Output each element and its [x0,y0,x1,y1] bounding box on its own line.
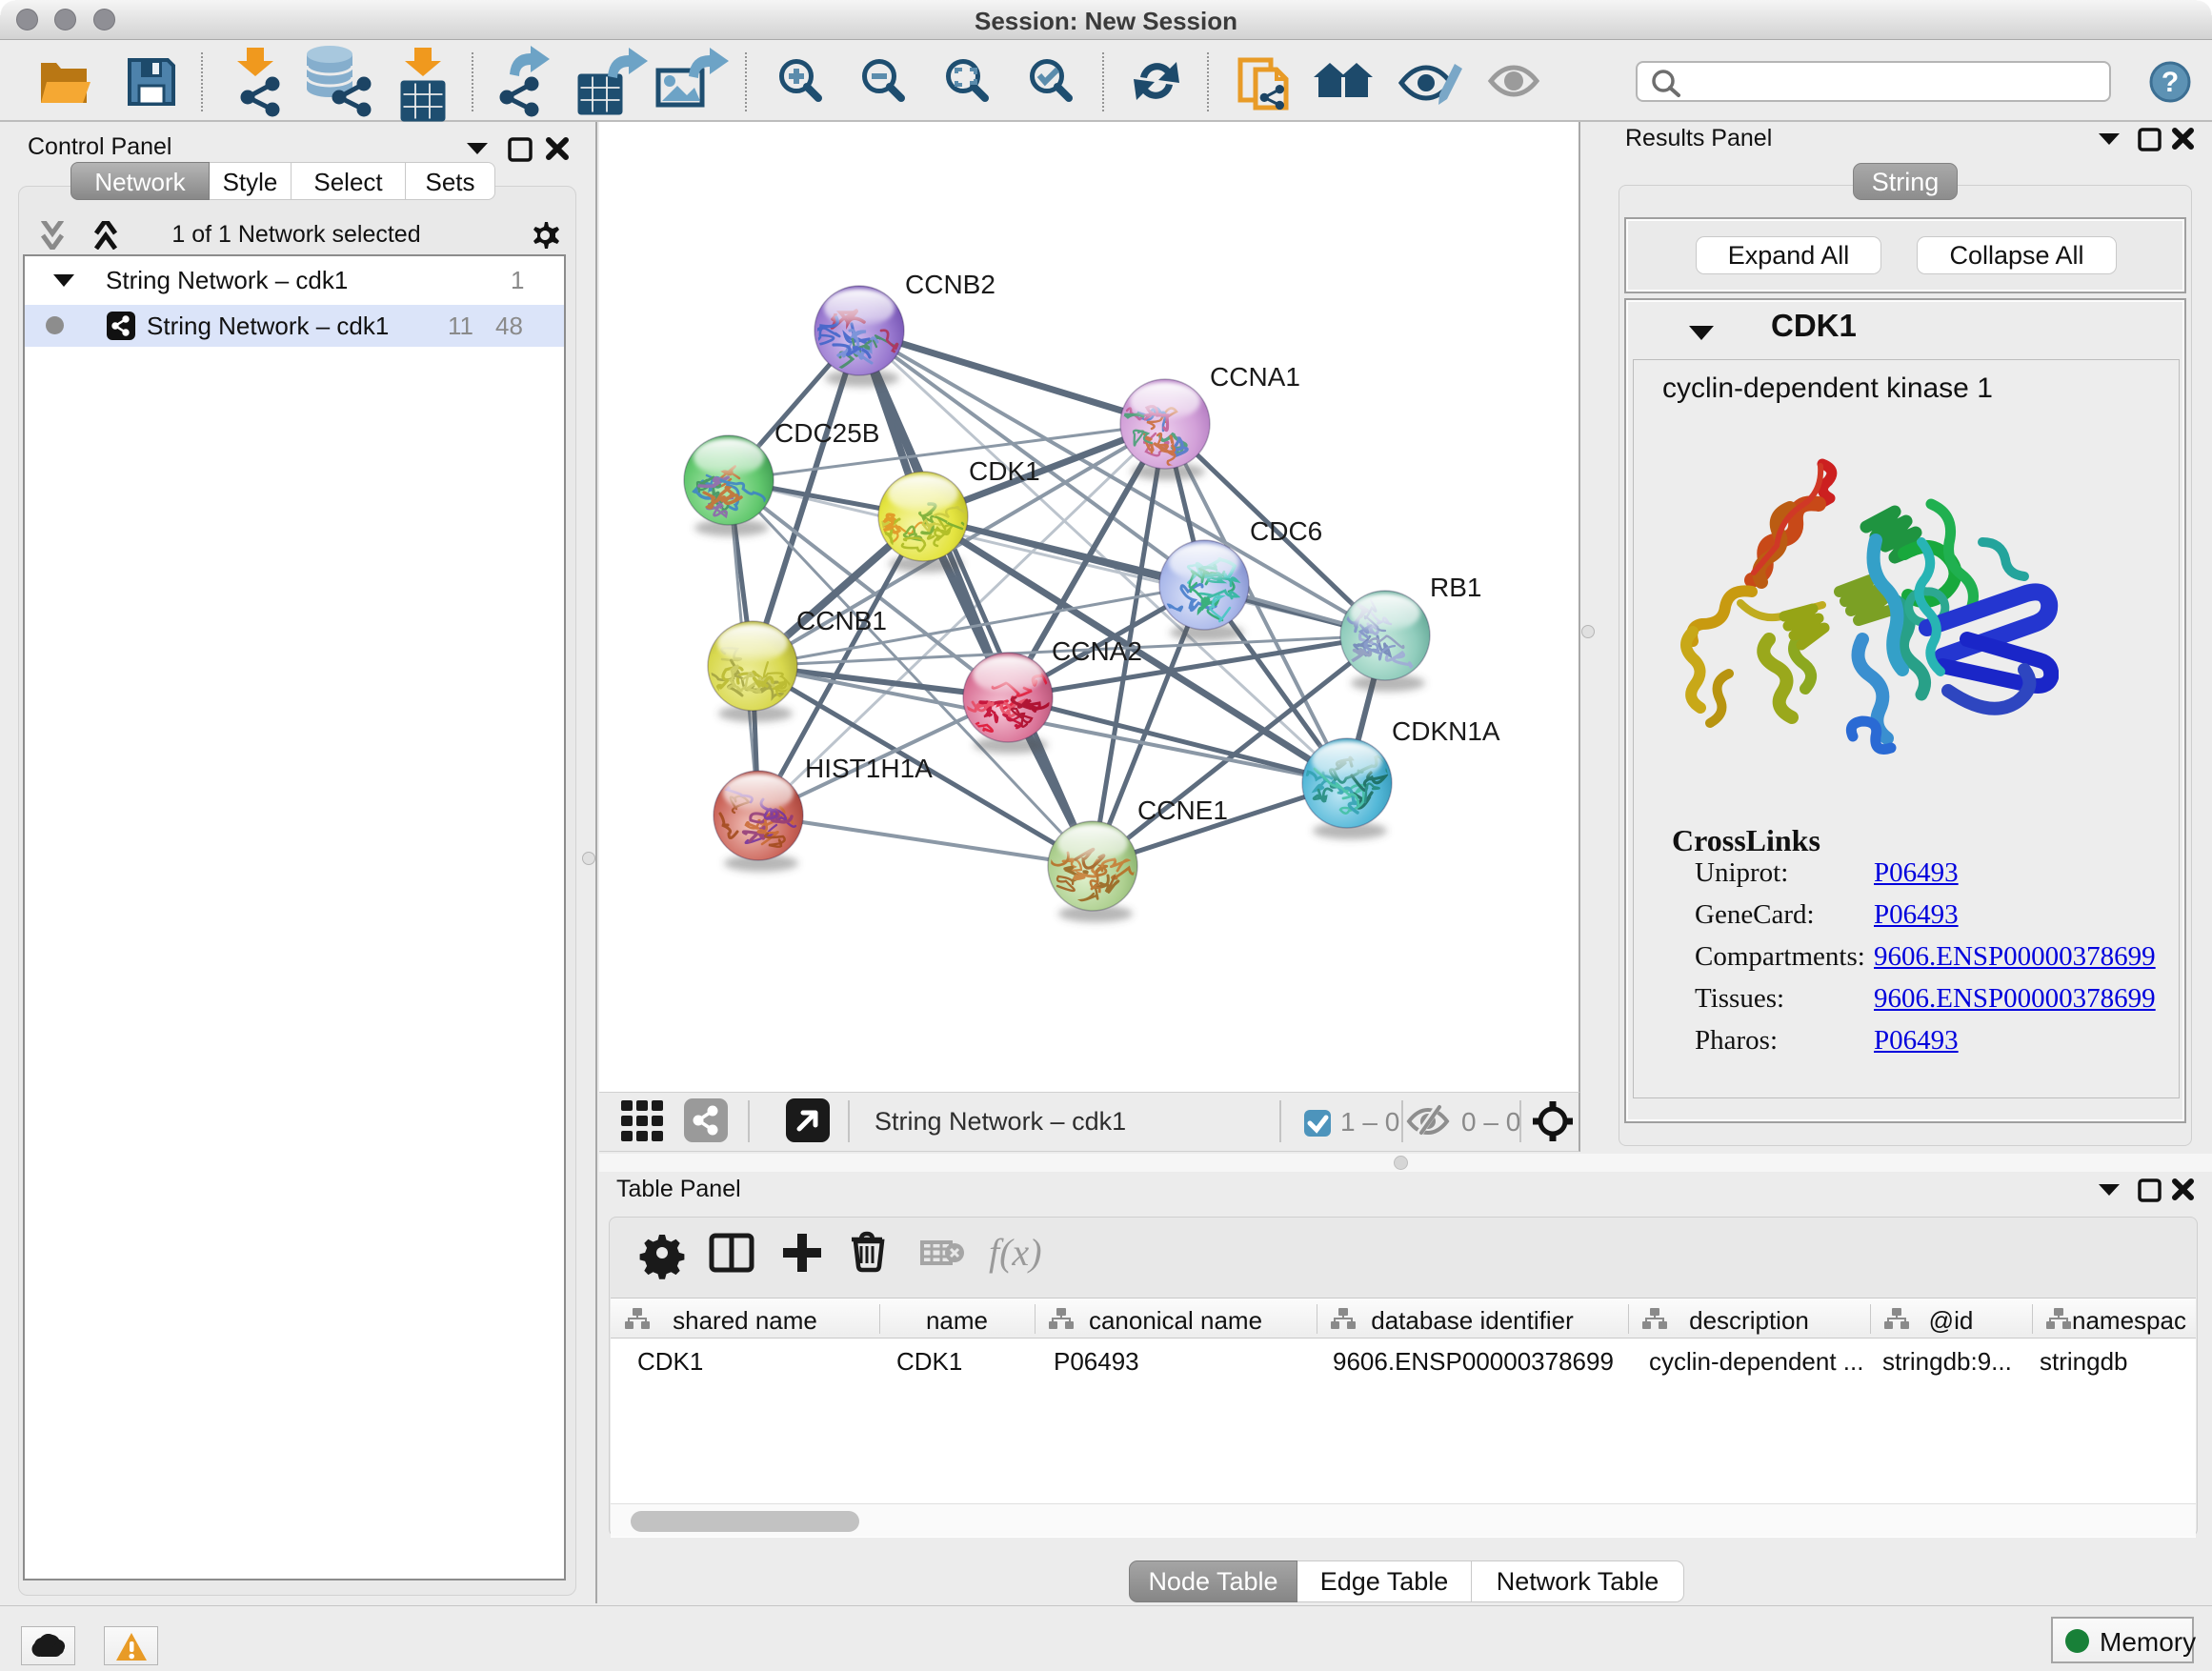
svg-text:CDK1: CDK1 [969,456,1040,486]
svg-text:HIST1H1A: HIST1H1A [805,754,933,783]
svg-text:CCNA2: CCNA2 [1052,636,1142,666]
svg-text:CDC6: CDC6 [1250,516,1322,546]
svg-text:String Network – cdk1: String Network – cdk1 [875,1107,1126,1136]
svg-text:1 – 0: 1 – 0 [1340,1107,1399,1137]
svg-text:CCNB2: CCNB2 [905,270,995,299]
svg-text:f(x): f(x) [989,1231,1042,1274]
svg-text:CDKN1A: CDKN1A [1392,716,1500,746]
svg-text:?: ? [2162,67,2179,98]
svg-text:CCNE1: CCNE1 [1137,795,1228,825]
svg-text:RB1: RB1 [1430,573,1481,602]
svg-text:CCNA1: CCNA1 [1210,362,1300,392]
svg-text:0 – 0: 0 – 0 [1461,1107,1520,1137]
svg-text:CCNB1: CCNB1 [796,606,887,635]
svg-text:CDC25B: CDC25B [774,418,879,448]
